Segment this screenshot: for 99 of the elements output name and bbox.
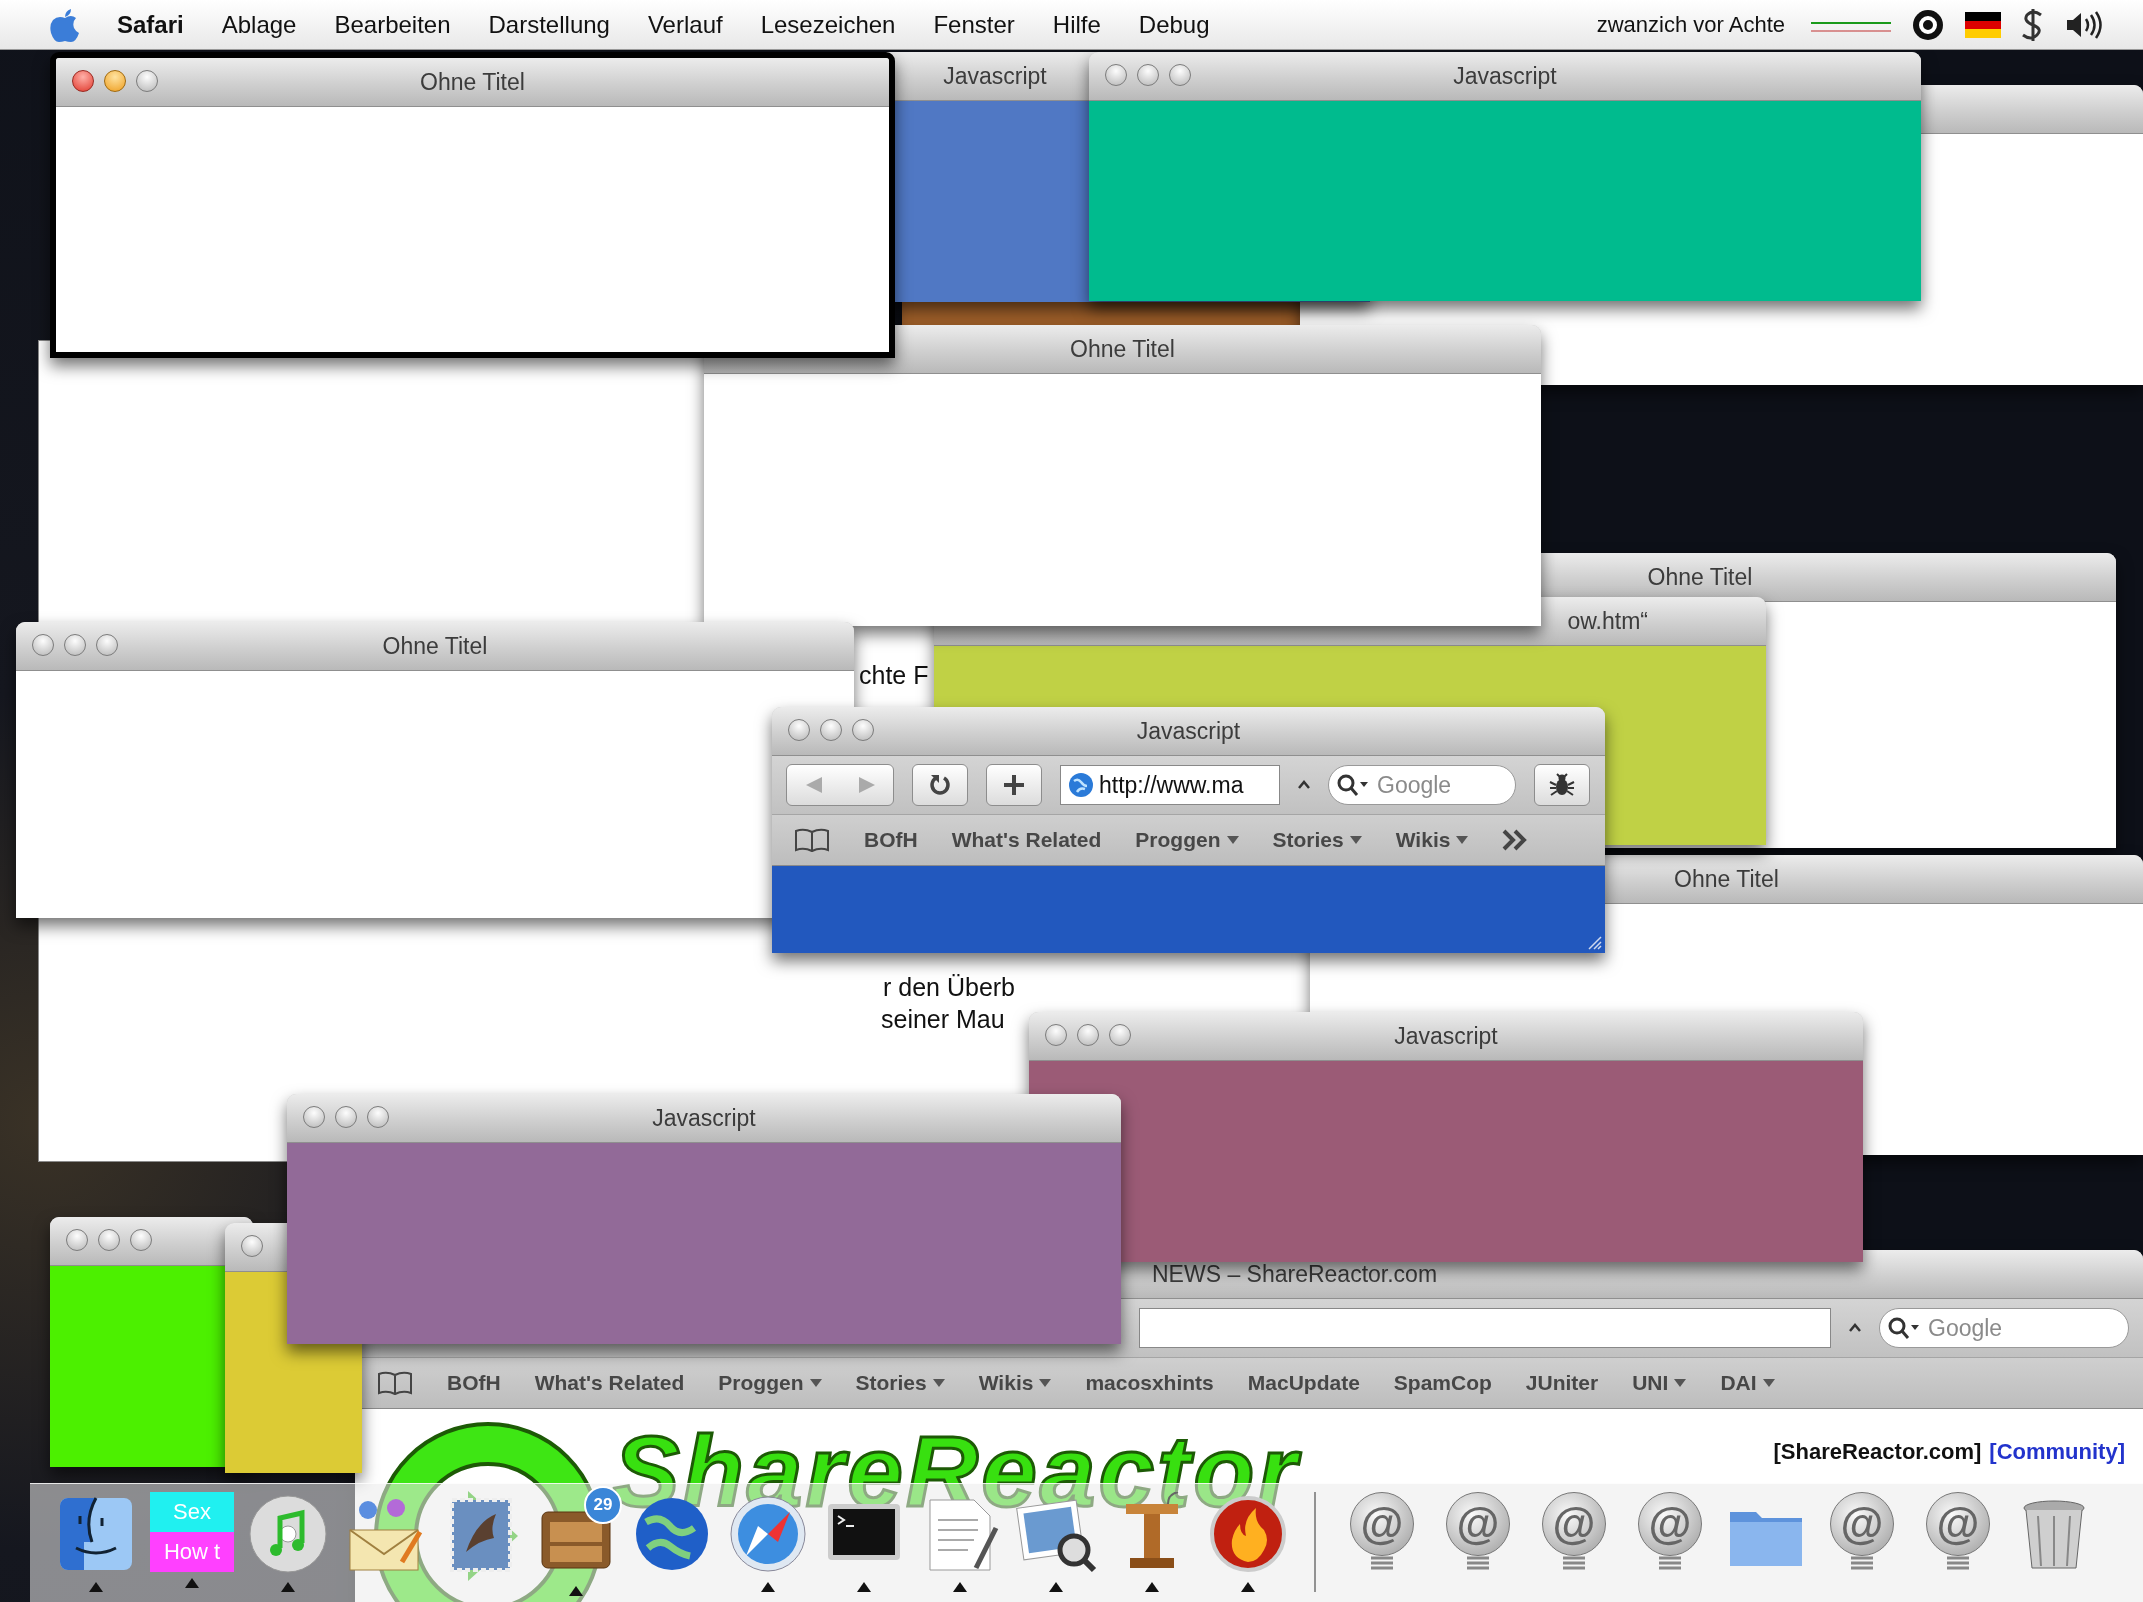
window-title: Ohne Titel (1647, 563, 1753, 591)
menu-clock[interactable]: zwanzich vor Achte (1596, 11, 1785, 38)
address-field[interactable]: http://www.ma (1060, 765, 1280, 805)
dropdown-triangle-icon (1226, 835, 1239, 845)
zoom-button[interactable] (130, 1229, 152, 1251)
dropdown-triangle-icon (1674, 1378, 1687, 1388)
page-text: chte F (859, 661, 929, 690)
header-link[interactable]: [Community] (1989, 1439, 2125, 1465)
music-disc-icon[interactable] (246, 1492, 330, 1576)
close-button[interactable] (1105, 64, 1127, 86)
flag-icon[interactable] (1965, 11, 2001, 38)
bug-button[interactable] (1534, 764, 1590, 806)
close-button[interactable] (66, 1229, 88, 1251)
bookmark[interactable]: SpamCop (1393, 1371, 1492, 1395)
minimize-button[interactable] (1137, 64, 1159, 86)
close-button[interactable] (32, 634, 54, 656)
window-title: Javascript (652, 1104, 756, 1132)
zoom-button[interactable] (367, 1106, 389, 1128)
chevron-icon[interactable] (1502, 829, 1529, 851)
back-forward-button[interactable] (786, 764, 894, 806)
close-button[interactable] (1045, 1024, 1067, 1046)
bookmark[interactable]: Stories (1272, 828, 1362, 852)
page-text: seiner Mau (881, 1005, 1005, 1034)
page-text: r den Überb (883, 973, 1016, 1002)
bookmark[interactable]: Proggen (1135, 828, 1239, 852)
minimize-button[interactable] (1077, 1024, 1099, 1046)
bookmark[interactable]: MacUpdate (1247, 1371, 1360, 1395)
bookmark[interactable]: UNI (1632, 1371, 1687, 1395)
menu-item[interactable]: Lesezeichen (741, 10, 915, 39)
close-button[interactable] (72, 70, 94, 92)
window-thumbnail[interactable]: Sex How t (150, 1492, 234, 1572)
book-icon[interactable] (377, 1371, 413, 1395)
reload-icon (928, 773, 952, 797)
zoom-button[interactable] (852, 719, 874, 741)
window-title: Ohne Titel (382, 632, 488, 660)
plus-icon (1003, 774, 1025, 796)
bookmark[interactable]: Stories (855, 1371, 945, 1395)
dropdown-triangle-icon (809, 1378, 822, 1388)
close-button[interactable] (788, 719, 810, 741)
minimize-button[interactable] (64, 634, 86, 656)
resize-grip-icon[interactable] (1586, 934, 1602, 950)
bookmark[interactable]: What's Related (534, 1371, 685, 1395)
bug-icon (1548, 772, 1576, 798)
minimize-button[interactable] (820, 719, 842, 741)
minimize-button[interactable] (335, 1106, 357, 1128)
thumbnail-text: Sex (150, 1492, 234, 1532)
window-title: Ohne Titel (420, 68, 525, 96)
zoom-button[interactable] (1109, 1024, 1131, 1046)
menu-item[interactable]: Ablage (202, 10, 316, 39)
bookmark[interactable]: BOfH (447, 1371, 501, 1395)
menu-item[interactable]: Verlauf (628, 10, 742, 39)
close-button[interactable] (241, 1235, 263, 1257)
search-field[interactable]: Google (1328, 765, 1516, 805)
bookmark[interactable]: Wikis (978, 1371, 1052, 1395)
menu-item[interactable]: Fenster (914, 10, 1034, 39)
caret-icon[interactable] (1298, 780, 1310, 790)
bookmark[interactable]: BOfH (864, 828, 918, 852)
menu-item[interactable]: Darstellung (469, 10, 629, 39)
header-link[interactable]: [ShareReactor.com] (1773, 1439, 1982, 1465)
bookmark[interactable]: Wikis (1395, 828, 1469, 852)
reload-button[interactable] (912, 764, 968, 806)
forward-arrow-icon (856, 776, 877, 794)
zoom-button[interactable] (136, 70, 158, 92)
dropdown-triangle-icon (1349, 835, 1362, 845)
window-title: Javascript (1453, 62, 1557, 90)
menu-item[interactable]: Hilfe (1033, 10, 1120, 39)
bookmark[interactable]: macosxhints (1085, 1371, 1214, 1395)
bookmark[interactable]: What's Related (951, 828, 1102, 852)
window-title: ow.htm“ (1567, 607, 1648, 635)
search-field[interactable]: Google (1879, 1308, 2129, 1348)
window-title: Ohne Titel (1070, 335, 1175, 363)
dropdown-triangle-icon (932, 1378, 945, 1388)
menu-item[interactable]: Bearbeiten (315, 10, 470, 39)
speaker-icon[interactable] (2065, 9, 2103, 40)
zoom-button[interactable] (96, 634, 118, 656)
dropdown-triangle-icon (1456, 835, 1469, 845)
bookmark[interactable]: DAI (1720, 1371, 1775, 1395)
menu-item[interactable]: Debug (1119, 10, 1229, 39)
thumbnail-text: How t (150, 1532, 234, 1572)
window-title: Javascript (1136, 717, 1241, 745)
dropdown-triangle-icon (1762, 1378, 1775, 1388)
circle-icon[interactable] (1911, 7, 1945, 42)
minimize-button[interactable] (98, 1229, 120, 1251)
dropdown-triangle-icon (1039, 1378, 1052, 1388)
apple-icon[interactable] (50, 7, 80, 42)
close-button[interactable] (303, 1106, 325, 1128)
window-title: Javascript (943, 62, 1047, 90)
window-title: Javascript (1394, 1022, 1498, 1050)
menu-item[interactable]: Safari (98, 10, 203, 39)
bookmark[interactable]: JUniter (1525, 1371, 1599, 1395)
bookmark[interactable]: Proggen (718, 1371, 822, 1395)
caret-icon[interactable] (1849, 1323, 1861, 1333)
book-icon[interactable] (794, 828, 830, 852)
window-title: Ohne Titel (1674, 865, 1779, 893)
minimize-button[interactable] (104, 70, 126, 92)
address-field[interactable] (1139, 1308, 1831, 1348)
add-bookmark-button[interactable] (986, 764, 1042, 806)
zoom-button[interactable] (1169, 64, 1191, 86)
window-title: NEWS – ShareReactor.com (1152, 1260, 1438, 1288)
